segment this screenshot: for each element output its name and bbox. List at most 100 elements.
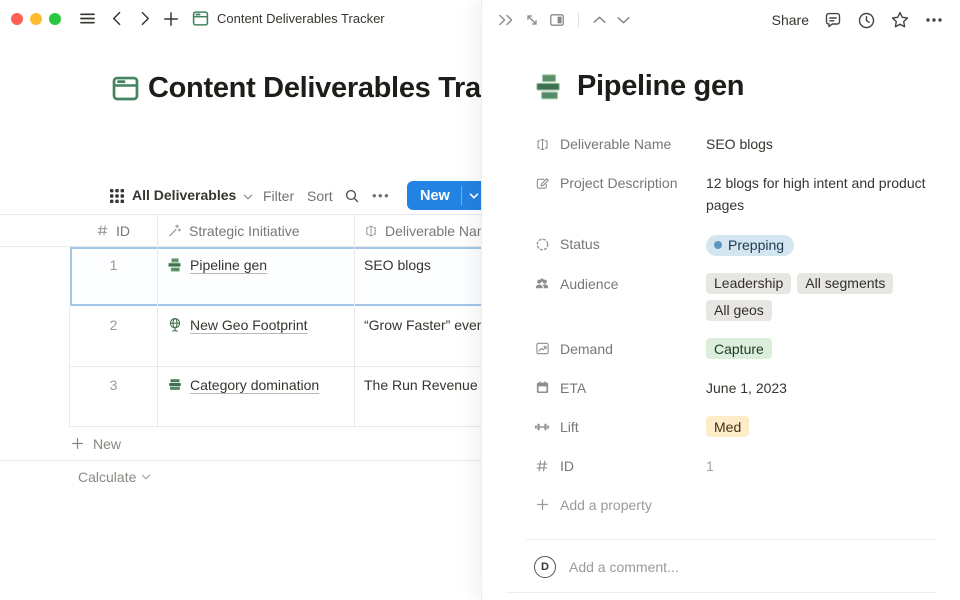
property-list: Deliverable Name SEO blogs Project Descr… xyxy=(534,127,936,522)
filter-button[interactable]: Filter xyxy=(263,188,294,204)
cell-id[interactable]: 1 xyxy=(70,247,158,306)
calendar-icon xyxy=(534,380,550,396)
column-label: Deliverable Name xyxy=(385,223,496,239)
wand-icon xyxy=(167,223,182,238)
property-row-audience[interactable]: Audience Leadership All segments All geo… xyxy=(534,267,936,327)
add-comment-input[interactable]: Add a comment... xyxy=(569,559,679,575)
more-options-icon[interactable]: ••• xyxy=(372,188,390,203)
status-pill-label: Prepping xyxy=(728,234,784,256)
status-pill[interactable]: Prepping xyxy=(706,235,794,256)
text-icon xyxy=(364,224,378,238)
property-label: Demand xyxy=(560,338,613,360)
property-row-eta[interactable]: ETA June 1, 2023 xyxy=(534,371,936,405)
new-row-label: New xyxy=(93,436,121,452)
audience-tag[interactable]: All geos xyxy=(706,300,772,321)
plus-icon xyxy=(534,497,550,513)
page-link[interactable]: New Geo Footprint xyxy=(190,317,308,333)
minimize-window-button[interactable] xyxy=(30,13,42,25)
new-tab-icon[interactable] xyxy=(162,10,180,28)
close-window-button[interactable] xyxy=(11,13,23,25)
panel-page-heading: Pipeline gen xyxy=(534,70,936,103)
database-page-icon xyxy=(192,10,209,27)
panel-toolbar: Share xyxy=(482,0,960,40)
traffic-lights xyxy=(11,13,61,25)
cell-id[interactable]: 2 xyxy=(70,307,158,366)
page-heading: Content Deliverables Tracker xyxy=(112,72,539,105)
lift-tag[interactable]: Med xyxy=(706,416,749,437)
add-property-label: Add a property xyxy=(560,494,652,516)
plus-icon xyxy=(70,436,85,451)
window-title: Content Deliverables Tracker xyxy=(217,11,385,26)
share-button[interactable]: Share xyxy=(772,12,809,28)
audience-tag[interactable]: All segments xyxy=(797,273,893,294)
panel-toolbar-left xyxy=(497,12,631,28)
books-icon xyxy=(167,377,183,393)
bar-chart-icon xyxy=(167,257,183,273)
audience-tag[interactable]: Leadership xyxy=(706,273,791,294)
expand-icon[interactable] xyxy=(524,12,540,28)
sort-button[interactable]: Sort xyxy=(307,188,333,204)
property-value[interactable]: 12 blogs for high intent and product pag… xyxy=(706,172,936,216)
bar-chart-icon[interactable] xyxy=(534,72,564,102)
star-icon[interactable] xyxy=(890,10,910,30)
calculate-button[interactable]: Calculate xyxy=(0,461,151,493)
double-chevron-right-icon[interactable] xyxy=(497,12,515,28)
text-icon xyxy=(534,136,550,152)
forward-icon[interactable] xyxy=(136,10,153,27)
page-link[interactable]: Category domination xyxy=(190,377,319,393)
column-header-id[interactable]: ID xyxy=(69,215,158,246)
panel-divider xyxy=(526,539,936,540)
property-label: ID xyxy=(560,455,574,477)
property-row-lift[interactable]: Lift Med xyxy=(534,410,936,444)
column-header-strategic-initiative[interactable]: Strategic Initiative xyxy=(158,215,355,246)
property-value[interactable]: June 1, 2023 xyxy=(706,377,936,399)
edit-icon xyxy=(534,175,550,191)
page-database-icon[interactable] xyxy=(112,75,139,102)
demand-tag[interactable]: Capture xyxy=(706,338,772,359)
zoom-window-button[interactable] xyxy=(49,13,61,25)
hash-icon xyxy=(534,458,550,474)
updates-clock-icon[interactable] xyxy=(857,11,876,30)
column-label: Strategic Initiative xyxy=(189,223,300,239)
chevron-down-icon[interactable] xyxy=(616,15,631,25)
property-label: Deliverable Name xyxy=(560,133,671,155)
table-view-grid-icon xyxy=(110,189,124,203)
back-icon[interactable] xyxy=(109,10,126,27)
side-peek-panel: Share Pipeline gen xyxy=(481,0,960,600)
property-row-status[interactable]: Status Prepping xyxy=(534,227,936,262)
menu-icon[interactable] xyxy=(78,9,97,28)
page-link[interactable]: Pipeline gen xyxy=(190,257,267,273)
chevron-up-icon[interactable] xyxy=(592,15,607,25)
more-options-icon[interactable] xyxy=(924,10,944,30)
toolbar-divider xyxy=(578,12,579,28)
status-dot-icon xyxy=(714,241,722,249)
property-row-id[interactable]: ID 1 xyxy=(534,449,936,483)
dumbbell-icon xyxy=(534,419,550,435)
cell-strategic-initiative[interactable]: Category domination xyxy=(158,367,355,426)
panel-page-title[interactable]: Pipeline gen xyxy=(577,70,744,103)
add-property-button[interactable]: Add a property xyxy=(534,488,936,522)
property-row-demand[interactable]: Demand Capture xyxy=(534,332,936,366)
chart-icon xyxy=(534,341,550,357)
new-button[interactable]: New xyxy=(407,181,486,210)
comment-icon[interactable] xyxy=(823,10,843,30)
avatar: D xyxy=(534,556,556,578)
property-row-project-description[interactable]: Project Description 12 blogs for high in… xyxy=(534,166,936,222)
property-value[interactable]: SEO blogs xyxy=(706,133,936,155)
view-tab-all-deliverables[interactable]: All Deliverables xyxy=(132,187,236,203)
cell-strategic-initiative[interactable]: Pipeline gen xyxy=(158,247,355,306)
property-label: ETA xyxy=(560,377,586,399)
chevron-down-icon xyxy=(141,473,151,481)
property-label: Status xyxy=(560,233,600,255)
property-row-deliverable-name[interactable]: Deliverable Name SEO blogs xyxy=(534,127,936,161)
cell-strategic-initiative[interactable]: New Geo Footprint xyxy=(158,307,355,366)
status-icon xyxy=(534,236,550,252)
chevron-down-icon[interactable] xyxy=(243,193,253,201)
property-value: 1 xyxy=(706,455,936,477)
cell-id[interactable]: 3 xyxy=(70,367,158,426)
search-icon[interactable] xyxy=(344,188,360,204)
side-peek-icon[interactable] xyxy=(549,12,565,28)
comment-row[interactable]: D Add a comment... xyxy=(506,552,936,593)
new-button-label[interactable]: New xyxy=(407,181,461,210)
property-label: Lift xyxy=(560,416,579,438)
